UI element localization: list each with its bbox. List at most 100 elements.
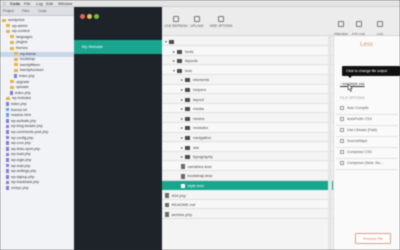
disclosure-closed-icon[interactable] [181, 98, 183, 101]
checkbox-icon[interactable] [340, 128, 344, 133]
ide-file-row[interactable]: wp-cron.php [0, 141, 74, 146]
disclosure-closed-icon[interactable] [181, 136, 183, 139]
file-option-checkbox[interactable]: SourceMaps [340, 139, 367, 144]
ide-file-row[interactable]: wp-signup.php [0, 175, 74, 180]
menubar-item[interactable]: File [24, 1, 30, 6]
ide-file-row[interactable]: wp-admin [0, 24, 74, 29]
folder-row[interactable]: layout [162, 95, 333, 104]
ide-file-row[interactable]: wp-links-opml.php [0, 147, 74, 152]
disclosure-closed-icon[interactable] [181, 88, 183, 91]
ide-file-row[interactable]: index.php [0, 74, 74, 79]
file-option-checkbox[interactable]: Use Libsass (Fast) [340, 128, 377, 133]
ide-file-row[interactable]: wp-config.php [0, 136, 74, 141]
folder-row[interactable]: modules [162, 123, 333, 133]
ide-file-row[interactable]: plugins [0, 40, 74, 45]
ide-file-row[interactable]: xmlrpc.php [0, 186, 74, 191]
sidebar-item-project[interactable]: My Website [74, 40, 162, 54]
ide-file-row[interactable]: wp-content [0, 29, 74, 34]
disclosure-open-icon[interactable] [165, 40, 167, 43]
zoom-icon[interactable] [94, 14, 99, 19]
menubar-item[interactable]: Log [36, 1, 43, 6]
file-row[interactable]: variables.less [162, 161, 333, 171]
close-icon[interactable] [80, 14, 85, 19]
folder-row[interactable] [162, 37, 333, 47]
checkbox-icon[interactable] [340, 161, 344, 166]
ide-file-row[interactable]: uploads [0, 85, 74, 90]
folder-row[interactable]: media [162, 104, 333, 114]
file-option-checkbox[interactable]: Auto Compile [340, 106, 369, 111]
checkbox-icon[interactable] [340, 150, 344, 155]
file-row[interactable]: archive.php [162, 210, 333, 219]
folder-row[interactable]: typography [162, 152, 333, 162]
scrollbar[interactable] [328, 36, 332, 250]
disclosure-closed-icon[interactable] [181, 146, 183, 149]
ftp-live-button[interactable]: FTP LIVE [352, 32, 365, 36]
disclosure-closed-icon[interactable] [173, 50, 175, 53]
refresh-icon[interactable] [173, 16, 179, 22]
ide-file-row[interactable]: index.php [0, 102, 74, 107]
upload-button[interactable]: UPLOAD [185, 24, 209, 28]
folder-row[interactable]: mixins [162, 114, 333, 123]
menubar-app-name[interactable]: Coda [10, 1, 20, 6]
ide-file-row[interactable]: twentyfifteen [0, 63, 74, 68]
folder-row[interactable]: helpers [162, 85, 333, 95]
ide-file-row[interactable]: wp-blog-header.php [0, 124, 74, 129]
ide-file-row[interactable]: languages [0, 35, 74, 40]
checkbox-icon[interactable] [340, 117, 344, 122]
file-row[interactable]: README.md [162, 200, 333, 210]
ide-file-row[interactable]: wp-includes [0, 96, 74, 101]
tab-coda[interactable]: Coda [38, 9, 46, 13]
hide-options-button[interactable]: HIDE OPTIONS [207, 24, 235, 28]
ide-file-row[interactable]: wordpress [0, 18, 74, 23]
folder-row[interactable]: navigation [162, 133, 333, 143]
folder-row[interactable]: elements [162, 75, 333, 85]
ide-file-row[interactable]: wp-settings.php [0, 169, 74, 174]
ide-file-row[interactable]: wp-comments-post.php [0, 130, 74, 135]
file-option-checkbox[interactable]: Compress (Slow: No... [340, 161, 383, 166]
menubar-item[interactable]: Window [58, 1, 72, 6]
folder-row[interactable]: fonts [162, 46, 333, 56]
log-icon[interactable] [377, 21, 383, 27]
ide-file-row[interactable]: wp-login.php [0, 158, 74, 163]
disclosure-open-icon[interactable] [173, 69, 175, 72]
folder-row[interactable]: layouts [162, 56, 333, 66]
ide-file-row[interactable]: wp-mail.php [0, 164, 74, 169]
preview-button[interactable]: PREVIEW [334, 32, 348, 36]
file-option-checkbox[interactable]: AutoPrefix CSS [340, 117, 372, 122]
ide-file-row[interactable]: wp-activate.php [0, 119, 74, 124]
ide-file-row[interactable]: bootstrap [0, 57, 74, 62]
disclosure-closed-icon[interactable] [181, 127, 183, 130]
preview-icon[interactable] [338, 21, 344, 27]
ide-file-row[interactable]: wp-trackback.php [0, 180, 74, 185]
process-file-button[interactable]: Process File [355, 233, 391, 244]
ide-file-row[interactable]: license.txt [0, 108, 74, 113]
file-row[interactable]: bootstrap.less [162, 171, 333, 181]
log-button[interactable]: LOG [377, 32, 383, 36]
folder-row[interactable]: site [162, 142, 333, 152]
tab-project[interactable]: Project [3, 9, 14, 13]
disclosure-closed-icon[interactable] [181, 108, 183, 111]
disclosure-closed-icon[interactable] [173, 60, 175, 63]
checkbox-icon[interactable] [340, 106, 344, 111]
disclosure-closed-icon[interactable] [181, 79, 183, 82]
folder-row[interactable]: less [162, 65, 333, 75]
checkbox-icon[interactable] [340, 139, 344, 144]
file-row[interactable]: style.less [162, 181, 333, 191]
ide-file-row[interactable]: readme.html [0, 113, 74, 118]
apple-icon[interactable]:  [3, 1, 6, 6]
file-row[interactable]: 404.php [162, 191, 333, 200]
file-option-checkbox[interactable]: Compress CSS [340, 150, 372, 155]
upload-icon[interactable] [194, 16, 200, 22]
ide-file-row[interactable]: my-theme [0, 51, 74, 57]
hide-options-icon[interactable] [218, 16, 224, 22]
ide-file-row[interactable]: index.php [0, 91, 74, 96]
ide-file-row[interactable]: wp-load.php [0, 152, 74, 157]
minimize-icon[interactable] [87, 14, 92, 19]
disclosure-closed-icon[interactable] [181, 117, 183, 120]
ftp-icon[interactable] [356, 21, 362, 27]
ide-file-row[interactable]: twentyfourteen [0, 68, 74, 73]
ide-file-row[interactable]: themes [0, 46, 74, 51]
disclosure-closed-icon[interactable] [181, 156, 183, 159]
ide-file-row[interactable]: upgrade [0, 80, 74, 85]
menubar-item[interactable]: Edit [46, 1, 53, 6]
